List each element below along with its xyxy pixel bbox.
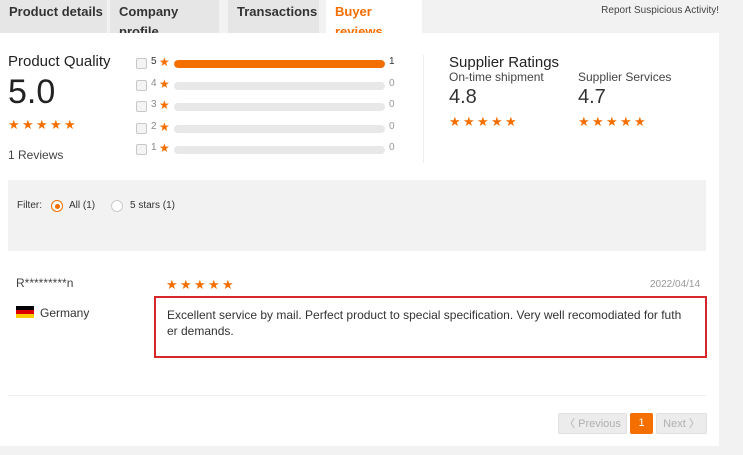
rating-count: 0 <box>389 77 395 89</box>
product-quality-score: 5.0 <box>8 73 56 111</box>
rating-row-5: 5 ★ 1 <box>136 55 406 78</box>
supplier-ratings-title: Supplier Ratings <box>449 54 560 71</box>
previous-page-button[interactable]: 〈 Previous <box>558 413 627 434</box>
on-time-shipment-label: On-time shipment <box>449 70 544 84</box>
rating-row-1: 1 ★ 0 <box>136 141 406 164</box>
rating-checkbox[interactable] <box>136 144 147 155</box>
tab-transactions[interactable]: Transactions <box>228 0 319 33</box>
reviews-count: 1 Reviews <box>8 148 64 162</box>
star-icon: ★ <box>578 114 590 129</box>
divider <box>423 55 424 163</box>
star-icon: ★ <box>463 114 475 129</box>
rating-star-number: 5 <box>151 56 157 67</box>
star-icon: ★ <box>8 117 20 132</box>
rating-row-4: 4 ★ 0 <box>136 76 406 100</box>
rating-count: 0 <box>389 120 395 132</box>
review-stars: ★ ★ ★ ★ ★ <box>166 277 234 292</box>
rating-count: 0 <box>389 142 395 153</box>
rating-bar-fill <box>174 60 385 68</box>
star-icon: ★ <box>180 277 192 292</box>
germany-flag-icon <box>16 306 34 318</box>
star-icon: ★ <box>634 114 646 129</box>
star-icon: ★ <box>222 277 234 292</box>
rating-star-number: 2 <box>151 120 157 132</box>
rating-bar <box>174 103 385 111</box>
current-page-button[interactable]: 1 <box>630 413 653 434</box>
star-icon: ★ <box>477 114 489 129</box>
filter-all-radio[interactable] <box>51 200 63 212</box>
rating-bar <box>174 81 385 90</box>
star-icon: ★ <box>449 114 461 129</box>
star-icon: ★ <box>159 76 170 91</box>
star-icon: ★ <box>208 277 220 292</box>
star-icon: ★ <box>22 117 34 132</box>
rating-bar <box>174 146 385 154</box>
filter-5-stars-label[interactable]: 5 stars (1) <box>130 200 175 211</box>
rating-checkbox[interactable] <box>136 122 147 134</box>
tab-product-details[interactable]: Product details <box>0 0 107 33</box>
reviewer-name: R*********n <box>16 276 74 290</box>
star-icon: ★ <box>159 98 170 112</box>
divider <box>8 395 706 396</box>
product-quality-stars: ★ ★ ★ ★ ★ <box>8 117 76 132</box>
tab-label: Transactions <box>237 4 318 19</box>
star-icon: ★ <box>159 119 170 134</box>
filter-5-stars-radio[interactable] <box>111 200 123 212</box>
rating-star-number: 4 <box>151 77 157 89</box>
review-text: Excellent service by mail. Perfect produ… <box>154 296 707 358</box>
star-icon: ★ <box>592 114 604 129</box>
rating-count: 0 <box>389 99 395 110</box>
rating-row-2: 2 ★ 0 <box>136 119 406 143</box>
star-icon: ★ <box>159 55 170 69</box>
report-suspicious-link[interactable]: Report Suspicious Activity! <box>601 5 719 16</box>
filter-bar: Filter: All (1) 5 stars (1) <box>8 180 706 251</box>
filter-all-label[interactable]: All (1) <box>69 200 95 211</box>
star-icon: ★ <box>159 141 170 155</box>
rating-star-number: 3 <box>151 99 157 110</box>
supplier-services-label: Supplier Services <box>578 70 672 84</box>
review-date: 2022/04/14 <box>650 279 701 290</box>
on-time-shipment-stars: ★ ★ ★ ★ ★ <box>449 114 517 129</box>
star-icon: ★ <box>36 117 48 132</box>
reviewer-country: Germany <box>40 306 90 320</box>
tab-bar: Product details Company profile Transact… <box>0 0 743 39</box>
star-icon: ★ <box>606 114 618 129</box>
rating-checkbox[interactable] <box>136 79 147 91</box>
star-icon: ★ <box>194 277 206 292</box>
star-icon: ★ <box>491 114 503 129</box>
tab-company-profile[interactable]: Company profile <box>110 0 219 39</box>
tab-label: Product details <box>9 4 103 19</box>
star-icon: ★ <box>50 117 62 132</box>
tab-buyer-reviews[interactable]: Buyer reviews <box>326 0 422 39</box>
filter-label: Filter: <box>17 200 42 211</box>
product-quality-title: Product Quality <box>8 53 111 70</box>
next-page-button[interactable]: Next 〉 <box>656 413 707 434</box>
rating-star-number: 1 <box>151 142 157 153</box>
star-icon: ★ <box>620 114 632 129</box>
star-icon: ★ <box>64 117 76 132</box>
rating-checkbox[interactable] <box>136 101 147 112</box>
rating-count: 1 <box>389 56 395 67</box>
star-icon: ★ <box>166 277 178 292</box>
reviews-panel: Product Quality 5.0 ★ ★ ★ ★ ★ 1 Reviews 5 ★ 1 4… <box>0 33 719 446</box>
supplier-services-score: 4.7 <box>578 86 606 108</box>
rating-row-3: 3 ★ 0 <box>136 98 406 121</box>
rating-checkbox[interactable] <box>136 58 147 69</box>
on-time-shipment-score: 4.8 <box>449 86 477 108</box>
star-icon: ★ <box>505 114 517 129</box>
rating-breakdown: 5 ★ 1 4 ★ 0 3 ★ 0 2 ★ 0 1 ★ 0 <box>136 55 406 164</box>
rating-bar <box>174 60 385 68</box>
supplier-services-stars: ★ ★ ★ ★ ★ <box>578 114 646 129</box>
rating-bar <box>174 124 385 133</box>
